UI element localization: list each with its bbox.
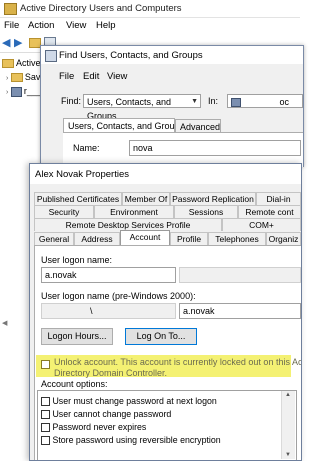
find-menu-edit[interactable]: Edit	[83, 71, 99, 82]
chevron-right-icon: ›	[6, 75, 9, 82]
find-menu-view[interactable]: View	[107, 71, 127, 82]
tab-security[interactable]: Security	[34, 205, 94, 218]
tab-environment[interactable]: Environment	[94, 205, 174, 218]
in-label: In:	[208, 96, 219, 106]
tab-general[interactable]: General	[34, 232, 74, 245]
find-menu-file[interactable]: File	[59, 71, 74, 82]
properties-dialog: Alex Novak Properties Published Certific…	[29, 163, 302, 461]
find-window: Find Users, Contacts, and Groups File Ed…	[40, 45, 304, 167]
option-reversible-encryption[interactable]: Store password using reversible encrypti…	[41, 435, 221, 446]
tab-com-plus[interactable]: COM+	[222, 218, 301, 231]
tab-profile[interactable]: Profile	[170, 232, 208, 245]
tab-sessions[interactable]: Sessions	[174, 205, 238, 218]
tab-address[interactable]: Address	[74, 232, 120, 245]
tab-users-contacts-groups[interactable]: Users, Contacts, and Groups	[63, 118, 175, 132]
tab-account[interactable]: Account	[120, 230, 170, 245]
name-label: Name:	[73, 143, 100, 153]
options-scrollbar[interactable]: ▲ ▼	[281, 391, 295, 459]
menu-help[interactable]: Help	[96, 20, 116, 31]
tab-dial-in[interactable]: Dial-in	[256, 192, 301, 205]
find-app-icon	[45, 50, 57, 62]
find-title: Find Users, Contacts, and Groups	[59, 50, 203, 61]
chevron-down-icon: ▼	[191, 98, 198, 105]
aduc-app-icon	[4, 3, 17, 15]
tree-scroll-left-icon[interactable]: ◀	[2, 319, 7, 327]
option-cannot-change-password[interactable]: User cannot change password	[41, 409, 171, 420]
tab-published-certificates[interactable]: Published Certificates	[34, 192, 122, 205]
domain-icon	[231, 98, 241, 108]
option-must-change-password[interactable]: User must change password at next logon	[41, 396, 217, 407]
chevron-right-icon: ›	[6, 89, 9, 96]
aduc-title: Active Directory Users and Computers	[20, 3, 182, 14]
unlock-account-checkbox[interactable]	[41, 360, 50, 369]
logon-name-input[interactable]: a.novak	[41, 267, 176, 283]
tab-remote-control[interactable]: Remote cont	[238, 205, 301, 218]
folder-icon	[10, 73, 23, 83]
tab-password-replication[interactable]: Password Replication	[170, 192, 256, 205]
in-location-select[interactable]: oc	[227, 94, 303, 108]
pre2000-domain-field: \	[41, 303, 176, 319]
scroll-up-icon[interactable]: ▲	[285, 392, 291, 398]
option-password-never-expires[interactable]: Password never expires	[41, 422, 146, 433]
properties-title: Alex Novak Properties	[35, 169, 129, 180]
checkbox-reversible-encryption[interactable]	[41, 436, 50, 446]
scroll-down-icon[interactable]: ▼	[285, 452, 291, 458]
menu-file[interactable]: File	[4, 20, 19, 31]
tab-organization[interactable]: Organiz	[266, 232, 301, 245]
logon-hours-button[interactable]: Logon Hours...	[41, 328, 113, 345]
back-icon[interactable]: ◀	[2, 36, 10, 49]
directory-icon	[2, 59, 14, 69]
aduc-menubar: File Action View Help	[0, 18, 300, 33]
upn-suffix-select[interactable]	[179, 267, 301, 283]
account-options-label: Account options:	[41, 379, 108, 389]
find-type-select[interactable]: Users, Contacts, and Groups ▼	[83, 94, 201, 121]
properties-titlebar: Alex Novak Properties	[30, 164, 301, 184]
log-on-to-button[interactable]: Log On To...	[125, 328, 197, 345]
menu-view[interactable]: View	[66, 20, 86, 31]
aduc-titlebar: Active Directory Users and Computers	[0, 0, 300, 18]
pre2000-label: User logon name (pre-Windows 2000):	[41, 291, 196, 301]
tab-telephones[interactable]: Telephones	[208, 232, 266, 245]
unlock-account-label-line2: Directory Domain Controller.	[54, 368, 168, 378]
unlock-account-label-line1: Unlock account. This account is currentl…	[54, 357, 302, 367]
checkbox-cannot-change[interactable]	[41, 410, 50, 420]
tab-member-of[interactable]: Member Of	[122, 192, 170, 205]
pre2000-name-input[interactable]: a.novak	[179, 303, 301, 319]
checkbox-never-expires[interactable]	[41, 423, 50, 433]
find-label: Find:	[61, 96, 82, 106]
checkbox-must-change[interactable]	[41, 397, 50, 407]
domain-icon	[10, 86, 22, 97]
find-titlebar: Find Users, Contacts, and Groups	[41, 46, 303, 64]
forward-icon[interactable]: ▶	[14, 36, 22, 49]
menu-action[interactable]: Action	[28, 20, 54, 31]
name-input[interactable]: nova	[129, 140, 301, 156]
tab-advanced[interactable]: Advanced	[175, 119, 221, 133]
logon-name-label: User logon name:	[41, 255, 113, 265]
